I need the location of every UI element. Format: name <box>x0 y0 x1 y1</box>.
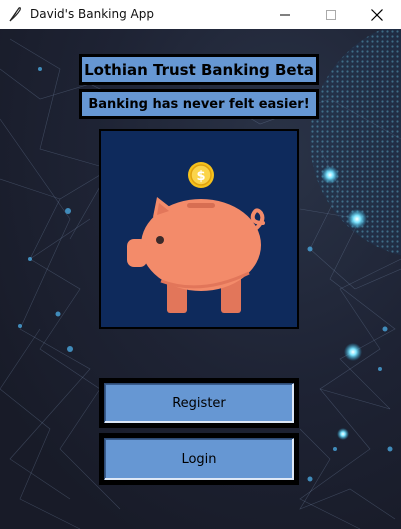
login-button[interactable]: Login <box>104 438 294 480</box>
login-button-frame: Login <box>99 433 299 485</box>
feather-icon <box>9 7 21 22</box>
piggy-bank-image: $ <box>99 129 299 329</box>
title-bar[interactable]: David's Banking App <box>0 0 401 29</box>
coin-symbol: $ <box>196 169 205 184</box>
maximize-button[interactable] <box>308 0 354 29</box>
minimize-button[interactable] <box>262 0 308 29</box>
tagline: Banking has never felt easier! <box>79 89 319 119</box>
app-window: David's Banking App Lothian Trust Bankin… <box>0 0 401 529</box>
register-button-frame: Register <box>99 378 299 428</box>
piggy-bank-icon: $ <box>127 162 265 313</box>
maximize-icon <box>326 9 336 20</box>
window-title: David's Banking App <box>30 7 154 21</box>
coin-icon: $ <box>188 162 214 188</box>
minimize-icon <box>280 14 290 15</box>
close-icon <box>371 8 383 21</box>
close-button[interactable] <box>354 0 400 29</box>
app-heading: Lothian Trust Banking Beta <box>79 54 319 85</box>
register-button[interactable]: Register <box>104 383 294 423</box>
